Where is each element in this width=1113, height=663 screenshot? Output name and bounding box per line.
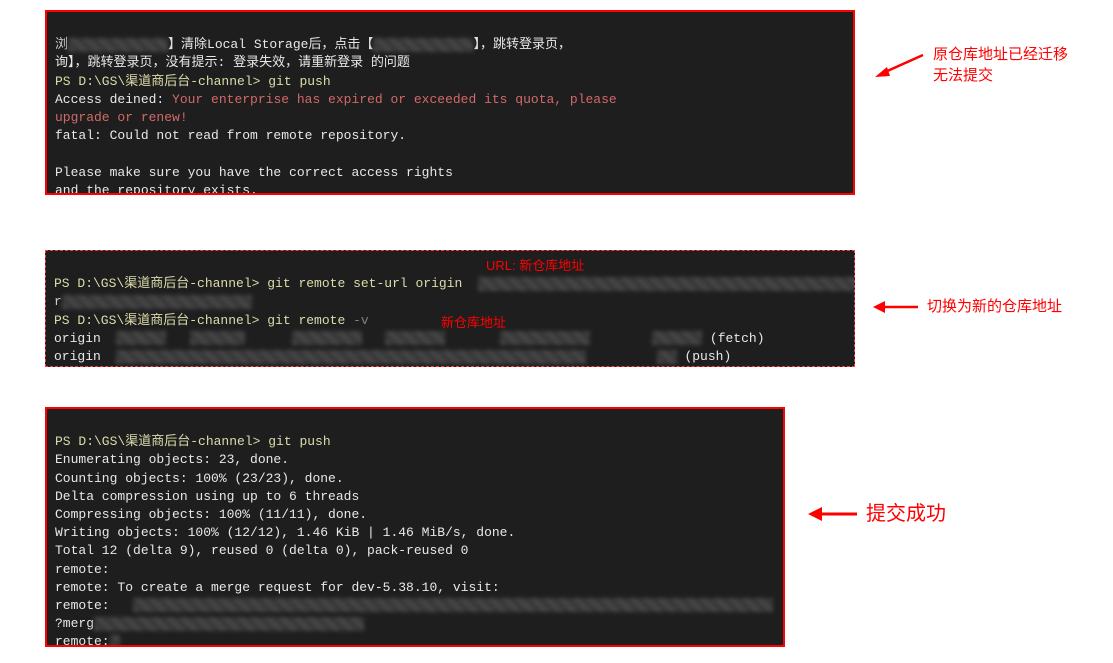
origin: origin (54, 349, 101, 364)
option: -v (353, 313, 369, 328)
output-line: ?merg (55, 616, 364, 631)
text: 无法提交 (933, 67, 993, 84)
text: 原仓库地址已经迁移 (933, 46, 1068, 63)
annotation-text: 提交成功 (866, 500, 946, 528)
error-line: Access deined: Your enterprise has expir… (55, 92, 617, 107)
push-label: (push) (684, 349, 731, 364)
command: git remote (267, 313, 345, 328)
error-label: Access deined: (55, 92, 164, 107)
blank-line (55, 146, 63, 161)
arrow-icon (873, 49, 925, 81)
output-line: Compressing objects: 100% (11/11), done. (55, 507, 367, 522)
annotation-text: 原仓库地址已经迁移 无法提交 (933, 44, 1068, 86)
command: git remote set-url origin (267, 276, 462, 291)
error-msg: Your enterprise has expired or exceeded … (172, 92, 617, 107)
output-line: Total 12 (delta 9), reused 0 (delta 0), … (55, 543, 468, 558)
cmd-line: PS D:\GS\渠道商后台-channel> git remote -v (54, 313, 369, 328)
annotation-repo-migrated: 原仓库地址已经迁移 无法提交 (873, 44, 1068, 86)
annotation-switch-repo: 切换为新的仓库地址 (871, 296, 1062, 317)
terminal-set-remote-url: PS D:\GS\渠道商后台-channel> git remote set-u… (45, 250, 855, 367)
output-line: Delta compression using up to 6 threads (55, 489, 359, 504)
output-line: Counting objects: 100% (23/23), done. (55, 471, 344, 486)
output-line: remote: To create a merge request for de… (55, 580, 500, 595)
remote-line: origin (push) (54, 349, 731, 364)
cmd-line: PS D:\GS\渠道商后台-channel> git remote set-u… (54, 276, 855, 291)
text: 】，跳转登录页， (473, 37, 571, 52)
cmd-line: PS D:\GS\渠道商后台-channel> git push (55, 434, 331, 449)
terminal-push-success: PS D:\GS\渠道商后台-channel> git push Enumera… (45, 407, 785, 647)
fatal-line: fatal: Could not read from remote reposi… (55, 128, 406, 143)
command: git push (268, 434, 330, 449)
output-line: remote: (55, 562, 110, 577)
output-line: Writing objects: 100% (12/12), 1.46 KiB … (55, 525, 515, 540)
arrow-icon (806, 504, 858, 524)
output-line: remote: (55, 598, 773, 613)
fetch-label: (fetch) (710, 331, 765, 346)
prompt: PS D:\GS\渠道商后台-channel> (55, 434, 260, 449)
error-msg: upgrade or renew! (55, 110, 188, 125)
help-line: Please make sure you have the correct ac… (55, 165, 453, 180)
origin: origin (54, 331, 101, 346)
text: 】清除Local Storage后，点击【 (168, 37, 373, 52)
prompt: PS D:\GS\渠道商后台-channel> (54, 276, 259, 291)
overlay-repo-label: 新仓库地址 (441, 314, 506, 332)
remote-line: origin (fetch) (54, 331, 765, 346)
command: git push (268, 74, 330, 89)
terminal-old-repo-error: 浏】清除Local Storage后，点击【】，跳转登录页， 询】，跳转登录页，… (45, 10, 855, 195)
line-text: 询】，跳转登录页，没有提示: 登录失效，请重新登录 的问题 (55, 55, 410, 70)
output-line: r (54, 294, 252, 309)
help-line: and the repository exists. (55, 183, 258, 195)
arrow-icon (871, 298, 919, 316)
output-line: Enumerating objects: 23, done. (55, 452, 289, 467)
prompt: PS D:\GS\渠道商后台-channel> (55, 74, 260, 89)
line-text: 浏】清除Local Storage后，点击【】，跳转登录页， (55, 37, 571, 52)
annotation-push-success: 提交成功 (806, 500, 946, 528)
annotation-text: 切换为新的仓库地址 (927, 296, 1062, 317)
output-line: remote: (55, 634, 120, 647)
overlay-url-label: URL: 新仓库地址 (486, 257, 584, 275)
cmd-line: PS D:\GS\渠道商后台-channel> git push (55, 74, 331, 89)
prompt: PS D:\GS\渠道商后台-channel> (54, 313, 259, 328)
